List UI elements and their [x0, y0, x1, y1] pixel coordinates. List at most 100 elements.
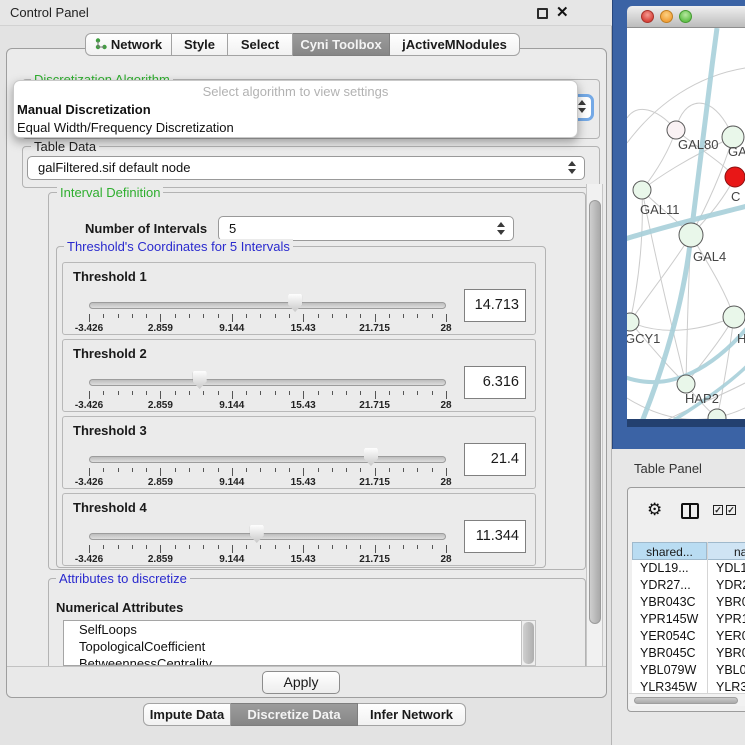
tick-label: 15.43: [276, 477, 330, 488]
threshold-box: Threshold 4-3.4262.8599.14415.4321.71528…: [62, 493, 536, 566]
table-row[interactable]: YDR27...YDR2: [632, 577, 745, 594]
float-window-icon[interactable]: [537, 8, 548, 19]
tick-mark: [389, 468, 390, 472]
tick-mark: [360, 391, 361, 395]
checkbox-icon[interactable]: ✓: [726, 505, 736, 515]
tick-label: 2.859: [133, 477, 187, 488]
tick-mark: [132, 468, 133, 472]
attributes-list-scrollbar[interactable]: [521, 620, 536, 666]
tick-mark: [346, 314, 347, 318]
tick-label: 2.859: [133, 323, 187, 334]
list-item[interactable]: TopologicalCoefficient: [64, 638, 535, 655]
tick-mark: [432, 391, 433, 395]
tick-mark: [375, 391, 376, 399]
network-node[interactable]: [725, 167, 745, 187]
slider-track[interactable]: [89, 379, 446, 386]
tick-label: 28: [419, 477, 473, 488]
close-traffic-light-icon[interactable]: [641, 10, 654, 23]
network-window-titlebar: [627, 6, 745, 28]
slider-track[interactable]: [89, 456, 446, 463]
network-node[interactable]: [723, 306, 745, 328]
threshold-value-field[interactable]: 14.713: [464, 289, 526, 322]
tick-mark: [232, 468, 233, 476]
tab-discretize-data[interactable]: Discretize Data: [231, 703, 358, 726]
tick-label: 15.43: [276, 323, 330, 334]
table-row[interactable]: YBL079WYBL0: [632, 662, 745, 679]
minimize-traffic-light-icon[interactable]: [660, 10, 673, 23]
content-scrollbar-thumb[interactable]: [589, 200, 601, 624]
table-row[interactable]: YER054C YER0: [632, 628, 745, 645]
table-data-combo[interactable]: galFiltered.sif default node: [27, 156, 585, 180]
attributes-list-scrollbar-thumb[interactable]: [523, 622, 534, 664]
tab-jactivemnodules[interactable]: jActiveMNodules: [390, 33, 520, 56]
network-node-label: H: [737, 331, 745, 346]
tick-mark: [318, 468, 319, 472]
slider-track[interactable]: [89, 302, 446, 309]
zoom-traffic-light-icon[interactable]: [679, 10, 692, 23]
list-item[interactable]: BetweennessCentrality: [64, 655, 535, 666]
dropdown-hint: Select algorithm to view settings: [14, 84, 577, 99]
tab-cyni-toolbox[interactable]: Cyni Toolbox: [293, 33, 390, 56]
table-hscrollbar-thumb[interactable]: [634, 697, 738, 704]
table-row[interactable]: YBR043C YBR0: [632, 594, 745, 611]
table-row[interactable]: YBR045CYBR0: [632, 645, 745, 662]
table-header-name[interactable]: na: [707, 542, 745, 560]
slider-thumb[interactable]: [288, 294, 302, 312]
network-node[interactable]: [633, 181, 651, 199]
network-node[interactable]: [679, 223, 703, 247]
tick-mark: [246, 314, 247, 318]
network-canvas[interactable]: GAL80GACGAL11GAL4GCY1HHAP2: [627, 28, 745, 419]
tab-select[interactable]: Select: [228, 33, 293, 56]
threshold-value-field[interactable]: 6.316: [464, 366, 526, 399]
number-of-intervals-combo[interactable]: 5: [218, 216, 514, 241]
spinner-arrows-icon: [578, 100, 587, 113]
table-header-shared[interactable]: shared...: [632, 542, 707, 560]
table-cell-name: YER0: [716, 628, 745, 645]
dropdown-option[interactable]: Manual Discretization: [17, 102, 151, 117]
tab-label: Network: [111, 37, 162, 52]
tick-mark: [375, 468, 376, 476]
tab-network[interactable]: Network: [85, 33, 172, 56]
network-node[interactable]: [708, 409, 726, 419]
thresholds-group-title: Threshold's Coordinates for 5 Intervals: [64, 239, 293, 254]
node-table[interactable]: YDL19...YDL1YDR27...YDR2YBR043C YBR0YPR14…: [632, 560, 745, 705]
tick-mark: [160, 314, 161, 322]
slider-thumb[interactable]: [364, 448, 378, 466]
threshold-value-field[interactable]: 21.4: [464, 443, 526, 476]
tick-mark: [432, 468, 433, 472]
columns-icon[interactable]: [681, 503, 699, 519]
threshold-value-field[interactable]: 11.344: [464, 520, 526, 553]
tab-style[interactable]: Style: [172, 33, 228, 56]
table-row[interactable]: YDL19...YDL1: [632, 560, 745, 577]
tick-mark: [289, 314, 290, 318]
tick-mark: [218, 314, 219, 318]
network-node-label: GAL11: [640, 202, 680, 217]
tick-mark: [289, 468, 290, 472]
tick-mark: [389, 391, 390, 395]
slider-thumb[interactable]: [250, 525, 264, 543]
close-icon[interactable]: ✕: [556, 3, 569, 21]
tick-mark: [146, 545, 147, 549]
apply-button[interactable]: Apply: [262, 671, 340, 694]
table-cell-name: YBR0: [716, 594, 745, 611]
tick-mark: [146, 391, 147, 395]
list-item[interactable]: SelfLoops: [64, 621, 535, 638]
table-row[interactable]: YPR145WYPR1: [632, 611, 745, 628]
numerical-attributes-list[interactable]: SelfLoopsTopologicalCoefficientBetweenne…: [63, 620, 536, 666]
tick-mark: [446, 468, 447, 476]
network-node[interactable]: [627, 313, 639, 331]
content-scrollbar[interactable]: [586, 184, 603, 666]
tick-mark: [346, 545, 347, 549]
table-hscrollbar[interactable]: [629, 693, 745, 706]
dropdown-option[interactable]: Equal Width/Frequency Discretization: [17, 120, 234, 135]
gear-icon[interactable]: ⚙: [647, 500, 662, 520]
table-cell-shared-name: YBR043C: [640, 594, 696, 611]
checkbox-icon[interactable]: ✓: [713, 505, 723, 515]
tick-mark: [403, 391, 404, 395]
tab-label: Impute Data: [150, 707, 224, 722]
slider-thumb[interactable]: [193, 371, 207, 389]
tab-infer-network[interactable]: Infer Network: [358, 703, 466, 726]
table-cell-shared-name: YER054C: [640, 628, 696, 645]
slider-track[interactable]: [89, 533, 446, 540]
tab-impute-data[interactable]: Impute Data: [143, 703, 231, 726]
